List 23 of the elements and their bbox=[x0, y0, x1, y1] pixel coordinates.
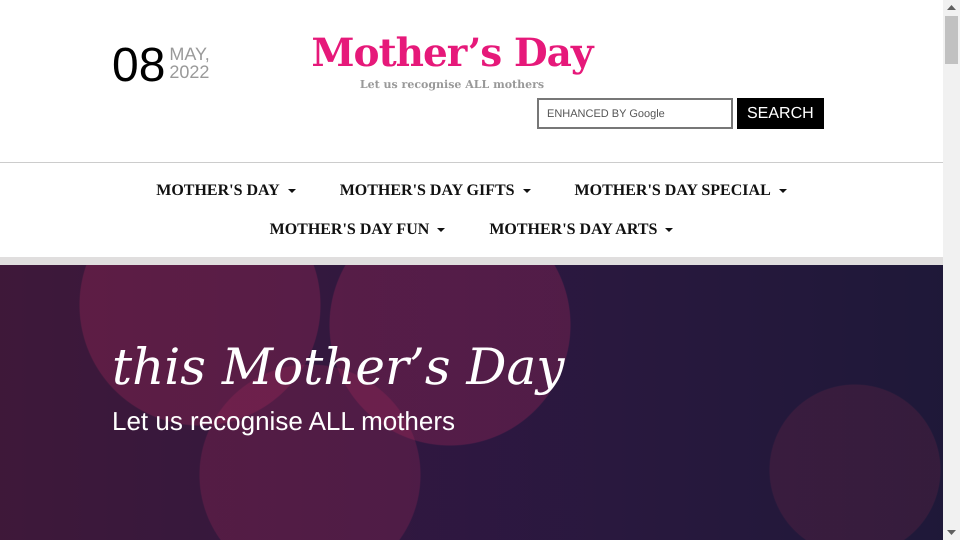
caret-icon bbox=[437, 228, 446, 232]
hero-subtitle: Let us recognise ALL mothers bbox=[112, 405, 456, 437]
caret-icon bbox=[288, 189, 296, 193]
search-button[interactable]: SEARCH bbox=[737, 98, 824, 129]
nav-menu-item[interactable]: MOTHER'S DAY FUN bbox=[270, 218, 446, 240]
scrollbar-thumb[interactable] bbox=[945, 16, 958, 64]
site-tagline: Let us recognise ALL mothers bbox=[360, 78, 544, 92]
date-year: 2022 bbox=[169, 63, 210, 81]
hero-title: this Mother’s Day bbox=[112, 337, 565, 398]
nav-menu-item[interactable]: MOTHER'S DAY ARTS bbox=[489, 218, 674, 240]
nav-menu-item[interactable]: MOTHER'S DAY bbox=[156, 180, 296, 202]
search-field[interactable]: ENHANCED BY Google bbox=[537, 98, 733, 129]
caret-icon bbox=[522, 189, 531, 193]
scrollbar[interactable] bbox=[943, 0, 960, 540]
caret-icon bbox=[665, 228, 674, 232]
date-day: 08 bbox=[112, 42, 166, 90]
scroll-up-icon[interactable] bbox=[947, 5, 956, 10]
scroll-down-icon[interactable] bbox=[947, 530, 956, 535]
nav-menu-item[interactable]: MOTHER'S DAY SPECIAL bbox=[574, 180, 787, 202]
site-logo-title[interactable]: Mother’s Day bbox=[311, 28, 593, 78]
date-month: MAY, bbox=[169, 45, 210, 63]
caret-icon bbox=[778, 189, 787, 193]
nav-menu-item[interactable]: MOTHER'S DAY GIFTS bbox=[340, 180, 531, 202]
